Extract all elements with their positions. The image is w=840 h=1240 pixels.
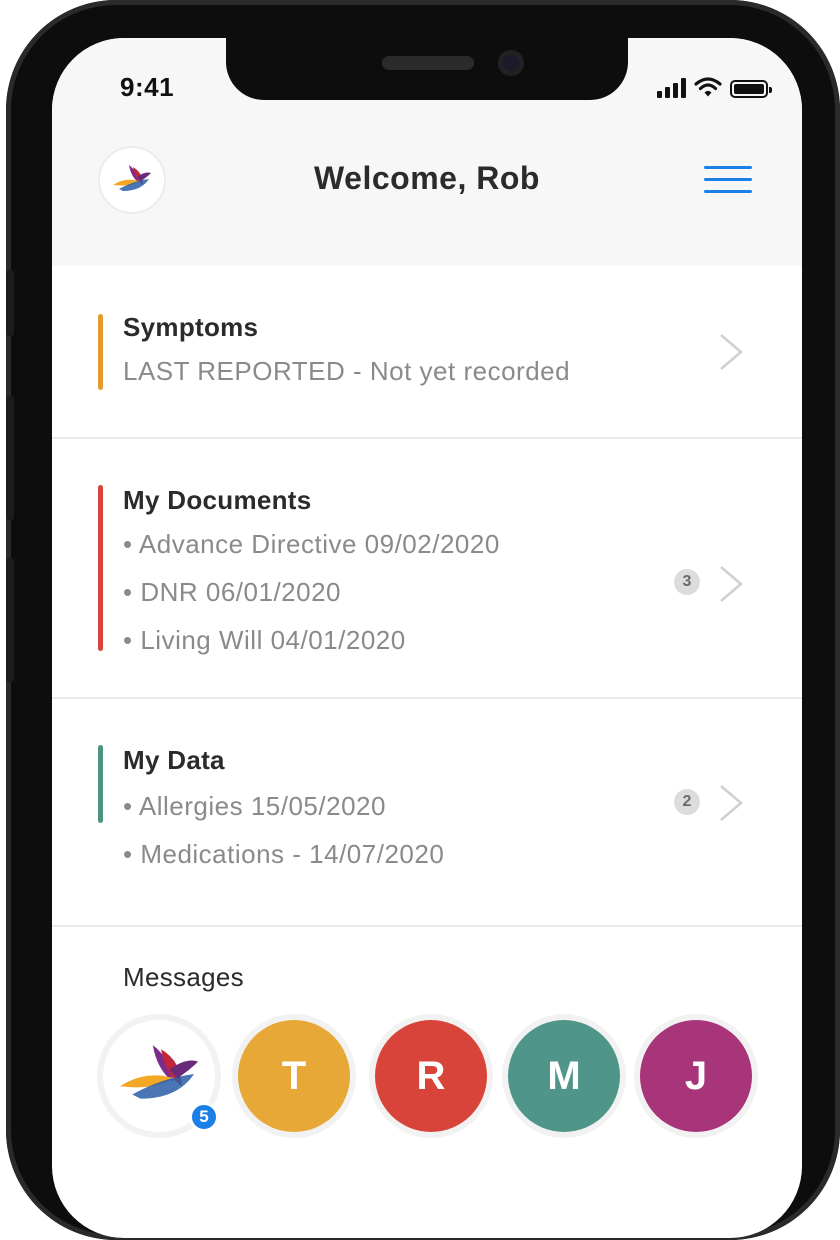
- chevron-right-icon: [720, 785, 743, 821]
- status-icons: [657, 74, 772, 98]
- contact-avatar-r[interactable]: R: [369, 1014, 493, 1138]
- battery-icon: [730, 80, 772, 98]
- volume-down-button: [6, 558, 14, 682]
- divider: [52, 925, 802, 927]
- symptoms-title: Symptoms: [123, 312, 259, 342]
- page-title: Welcome, Rob: [314, 160, 540, 196]
- chevron-right-icon: [720, 334, 743, 370]
- notch: [226, 38, 628, 100]
- my-data-card[interactable]: My Data • Allergies 15/05/2020 • Medicat…: [52, 699, 802, 925]
- data-item: • Allergies 15/05/2020: [123, 791, 386, 821]
- status-time: 9:41: [120, 72, 175, 102]
- cellular-signal-icon: [657, 76, 686, 98]
- document-item: • DNR 06/01/2020: [123, 577, 342, 607]
- my-data-count-badge: 2: [674, 789, 700, 815]
- wifi-icon: [694, 77, 722, 97]
- symptoms-accent-bar: [98, 314, 103, 390]
- app-messages-avatar[interactable]: 5: [97, 1014, 221, 1138]
- unread-count-badge: 5: [189, 1102, 219, 1132]
- messages-title: Messages: [123, 962, 244, 992]
- phone-frame: 9:41 Welcome, Rob Symptoms LAST REPORTED…: [6, 0, 840, 1240]
- symptoms-last-reported: LAST REPORTED - Not yet recorded: [123, 356, 571, 386]
- front-camera: [498, 50, 524, 76]
- bird-logo-icon: [119, 1045, 199, 1099]
- avatar: M: [508, 1020, 620, 1132]
- contact-avatar-m[interactable]: M: [502, 1014, 626, 1138]
- header: 9:41 Welcome, Rob: [52, 38, 802, 266]
- speaker: [382, 56, 474, 70]
- documents-title: My Documents: [123, 485, 312, 515]
- contact-avatar-j[interactable]: J: [634, 1014, 758, 1138]
- avatar: R: [375, 1020, 487, 1132]
- volume-up-button: [6, 396, 14, 520]
- documents-card[interactable]: My Documents • Advance Directive 09/02/2…: [52, 439, 802, 697]
- data-item: • Medications - 14/07/2020: [123, 839, 445, 869]
- symptoms-card[interactable]: Symptoms LAST REPORTED - Not yet recorde…: [52, 266, 802, 438]
- chevron-right-icon: [720, 566, 743, 602]
- app-screen: 9:41 Welcome, Rob Symptoms LAST REPORTED…: [52, 38, 802, 1238]
- my-data-title: My Data: [123, 745, 225, 775]
- my-data-accent-bar: [98, 745, 103, 823]
- document-item: • Living Will 04/01/2020: [123, 625, 406, 655]
- documents-accent-bar: [98, 485, 103, 651]
- mute-switch: [6, 270, 14, 336]
- avatar: T: [238, 1020, 350, 1132]
- document-item: • Advance Directive 09/02/2020: [123, 529, 500, 559]
- documents-count-badge: 3: [674, 569, 700, 595]
- contact-avatar-t[interactable]: T: [232, 1014, 356, 1138]
- avatar: J: [640, 1020, 752, 1132]
- hamburger-menu-button[interactable]: [704, 166, 752, 196]
